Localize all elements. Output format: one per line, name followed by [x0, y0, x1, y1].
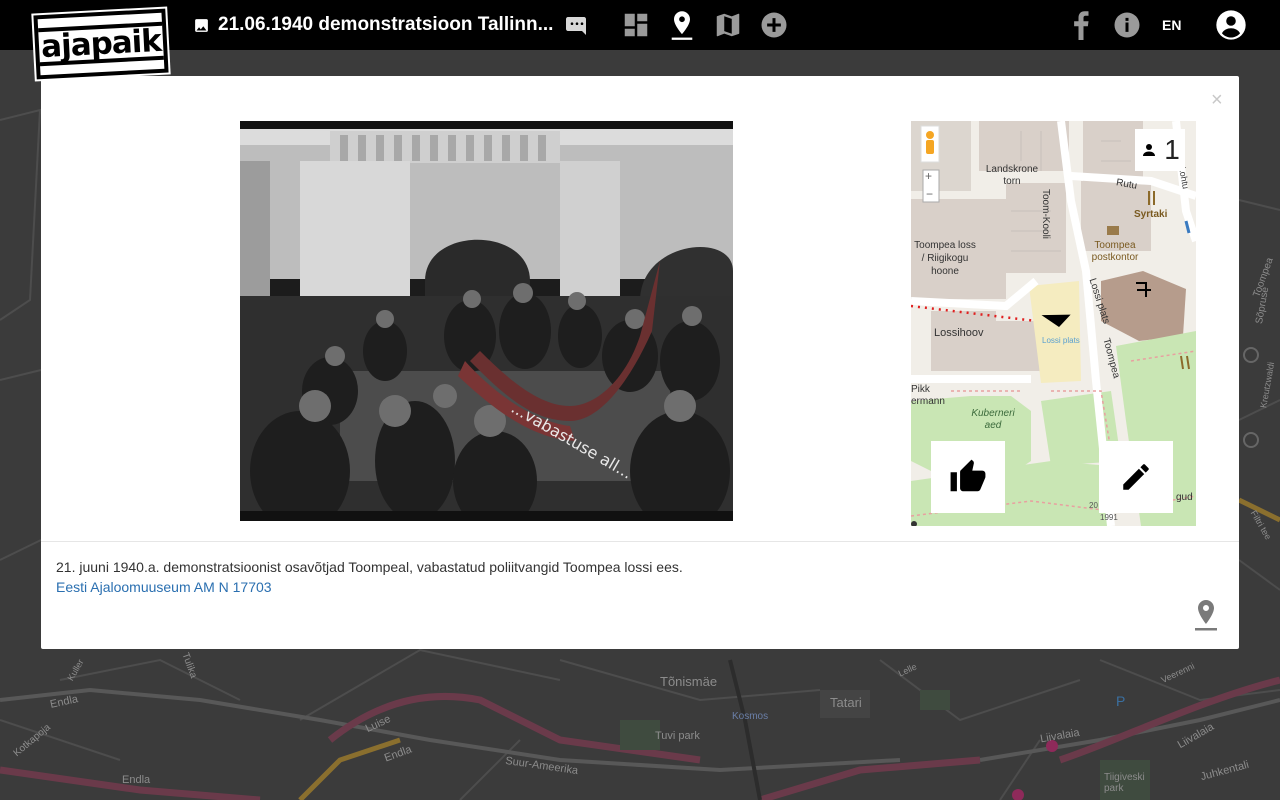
- rephoto-count-badge[interactable]: 1: [1135, 129, 1185, 171]
- minimap-label-20: 20: [1089, 501, 1098, 510]
- pencil-icon: [1123, 464, 1149, 490]
- map-label-tatari: Tatari: [830, 695, 862, 710]
- photo-modal: × ...vabastuse all... Landskrone torn To…: [41, 76, 1239, 649]
- map-pin-icon[interactable]: [1195, 598, 1217, 632]
- photo-title: 21.06.1940 demonstratsioon Tallinn...: [218, 14, 554, 35]
- minimap-label-toompea-loss: Toompea loss / Riigikogu hoone: [914, 240, 976, 277]
- user-account-icon: [1216, 10, 1246, 40]
- map-icon: [716, 13, 740, 37]
- zoom-in-button[interactable]: +: [925, 169, 932, 183]
- map-label-tiigiveski: Tiigiveski park: [1104, 772, 1145, 794]
- location-minimap[interactable]: Landskrone torn Toom-Kooli Rutu kohtu Sy…: [911, 121, 1196, 526]
- gallery-button[interactable]: [620, 9, 652, 41]
- user-profile-button[interactable]: [1215, 9, 1247, 41]
- geotag-button[interactable]: [666, 9, 698, 41]
- ajapaik-logo[interactable]: ajapaik: [33, 8, 169, 80]
- comment-icon: [566, 17, 586, 35]
- facebook-button[interactable]: [1065, 9, 1097, 41]
- photo-caption: 21. juuni 1940.a. demonstratsioonist osa…: [56, 559, 683, 575]
- thumbs-up-icon: [950, 459, 986, 492]
- minimap-label-lossi-plats: Lossi plats: [1042, 336, 1080, 345]
- minimap-label-kuberneri-aed: Kuberneri aed: [971, 408, 1015, 431]
- person-icon: [1143, 144, 1156, 156]
- modal-divider: [41, 541, 1239, 542]
- minimap-label-syrtaki: Syrtaki: [1134, 209, 1168, 220]
- minimap-label-gud: gud: [1176, 492, 1193, 503]
- map-label-endla-2: Endla: [122, 774, 151, 786]
- like-button[interactable]: [931, 441, 1005, 513]
- photo-title-area: 21.06.1940 demonstratsioon Tallinn...: [193, 11, 553, 39]
- source-link[interactable]: Eesti Ajaloomuuseum AM N 17703: [56, 579, 272, 595]
- language-switch[interactable]: EN: [1162, 17, 1181, 33]
- minimap-label-toom-kooli: Toom-Kooli: [1040, 189, 1051, 240]
- historic-photo[interactable]: ...vabastuse all...: [240, 121, 733, 521]
- svg-text:P: P: [1116, 693, 1125, 709]
- minimap-label-postkontor: Toompea postkontor: [1091, 240, 1139, 263]
- add-circle-icon: [761, 12, 787, 38]
- edit-button[interactable]: [1099, 441, 1173, 513]
- map-label-tuvi-park: Tuvi park: [655, 730, 700, 742]
- info-button[interactable]: [1111, 9, 1143, 41]
- location-pin-icon: [671, 11, 693, 40]
- photo-icon: [195, 18, 208, 32]
- info-icon: [1114, 12, 1140, 38]
- zoom-out-button[interactable]: −: [926, 187, 933, 201]
- top-navbar: 21.06.1940 demonstratsioon Tallinn... EN: [0, 0, 1280, 50]
- logo-text: ajapaik: [38, 21, 164, 67]
- add-photo-button[interactable]: [758, 9, 790, 41]
- comments-button[interactable]: [561, 9, 593, 41]
- dashboard-icon: [624, 13, 648, 37]
- map-view-button[interactable]: [712, 9, 744, 41]
- minimap-label-landskrone: Landskrone torn: [985, 164, 1039, 187]
- rephoto-count: 1: [1164, 134, 1180, 165]
- map-label-tonismae: Tõnismäe: [660, 674, 718, 689]
- close-button[interactable]: ×: [1211, 90, 1223, 110]
- minimap-label-year: 1991: [1100, 513, 1118, 522]
- map-label-kosmos: Kosmos: [732, 711, 769, 722]
- minimap-label-pikk-hermann: Pikk ermann: [911, 384, 945, 407]
- minimap-label-lossihoov: Lossihoov: [934, 327, 984, 339]
- facebook-icon: [1074, 11, 1089, 40]
